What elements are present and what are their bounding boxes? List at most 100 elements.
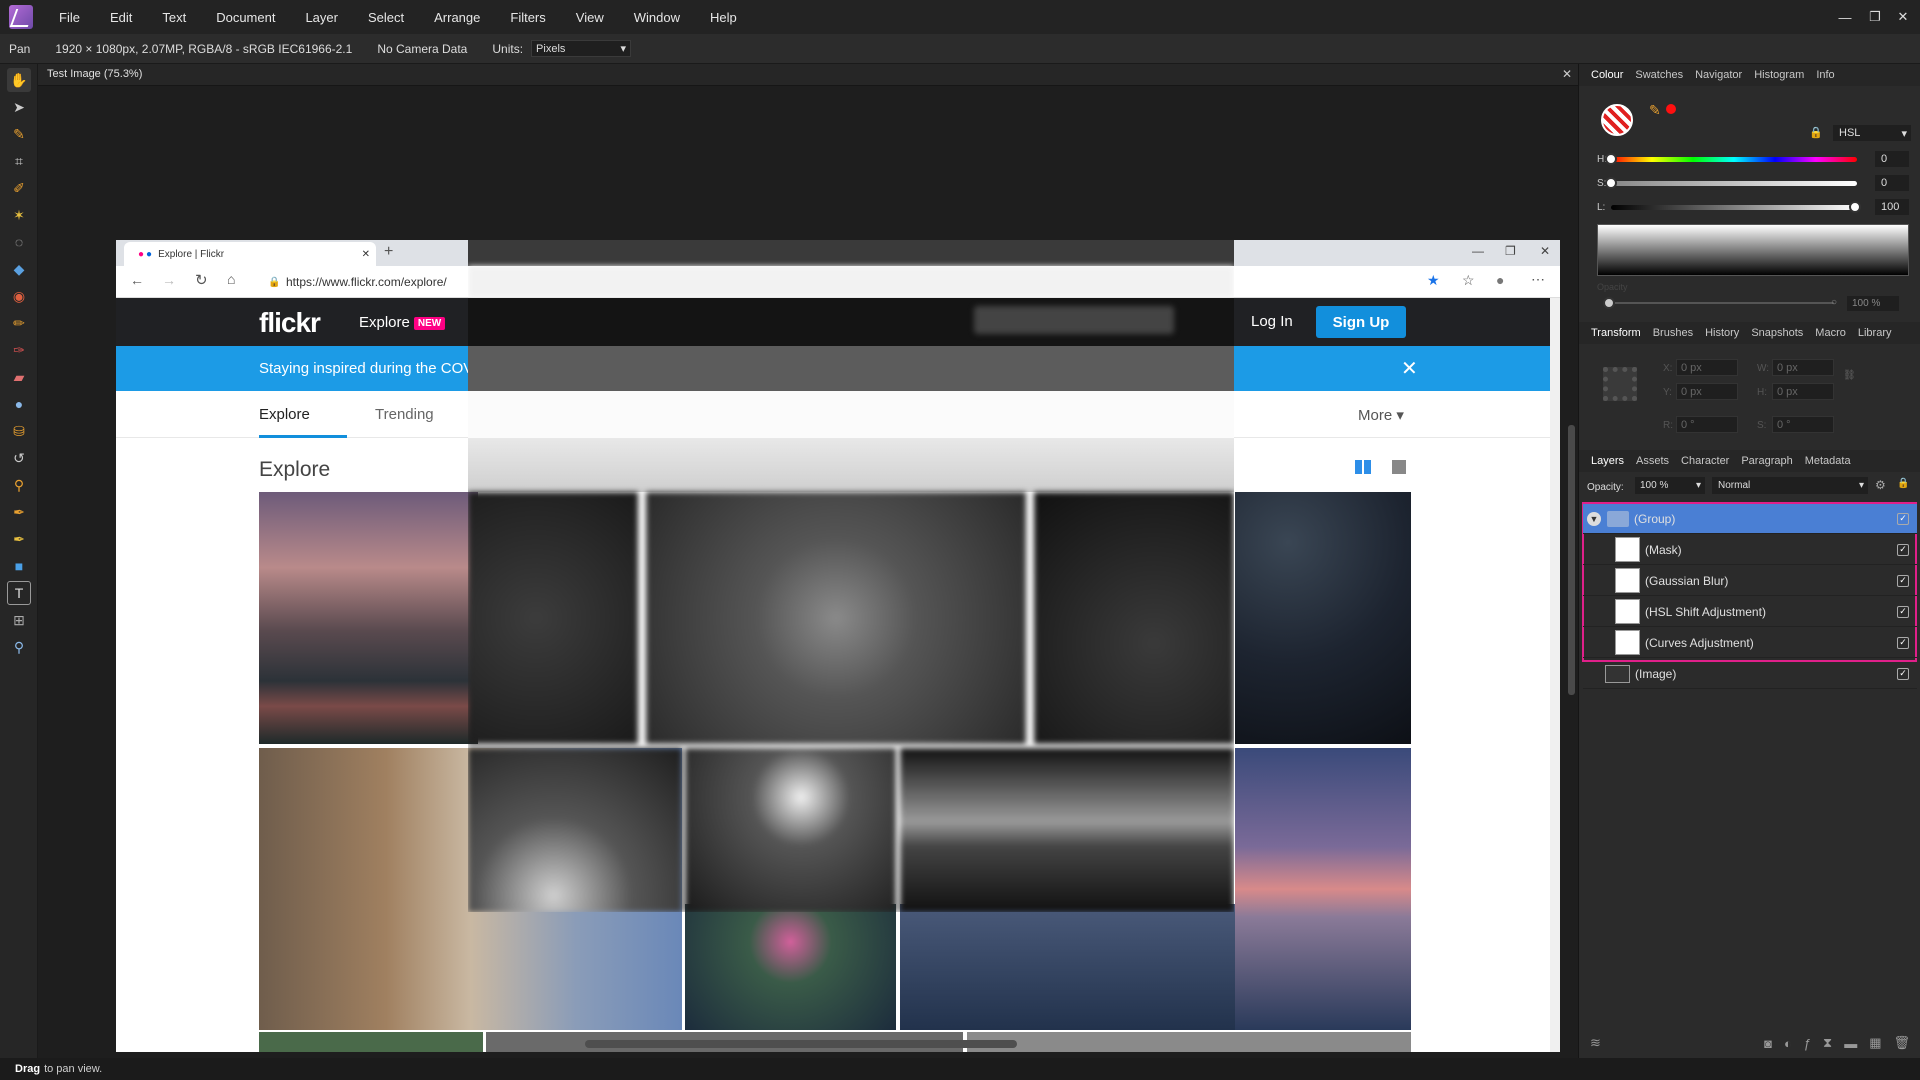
lock-colour-icon[interactable]: 🔒 bbox=[1809, 126, 1823, 139]
menu-window[interactable]: Window bbox=[634, 10, 680, 25]
tab-character[interactable]: Character bbox=[1681, 455, 1729, 467]
layer-opacity-dropdown[interactable]: 100 % ▾ bbox=[1635, 477, 1705, 494]
flood-fill-icon[interactable]: ◆ bbox=[7, 257, 31, 281]
eyedropper-icon[interactable]: ✎ bbox=[1649, 102, 1661, 119]
delete-layer-icon[interactable]: 🗑 bbox=[1893, 1035, 1910, 1051]
visibility-checkbox[interactable]: ✓ bbox=[1897, 636, 1909, 649]
units-dropdown[interactable]: Pixels ▾ bbox=[531, 40, 632, 57]
tab-navigator[interactable]: Navigator bbox=[1695, 69, 1742, 81]
mesh-warp-icon[interactable]: ⊞ bbox=[7, 608, 31, 632]
paint-brush-icon[interactable]: ✏ bbox=[7, 311, 31, 335]
tab-history[interactable]: History bbox=[1705, 327, 1739, 339]
adjustment-layer-icon[interactable]: ◐ bbox=[1784, 1036, 1792, 1051]
mask-layer-icon[interactable]: ◙ bbox=[1764, 1036, 1772, 1051]
tab-paragraph[interactable]: Paragraph bbox=[1741, 455, 1792, 467]
pen-tool-icon[interactable]: ✒ bbox=[7, 527, 31, 551]
lightness-slider[interactable] bbox=[1611, 205, 1857, 210]
hue-knob[interactable] bbox=[1605, 153, 1617, 165]
lock-layer-icon[interactable]: 🔒 bbox=[1897, 478, 1909, 489]
layer-row-gaussian-blur[interactable]: (Gaussian Blur) ✓ bbox=[1583, 566, 1917, 596]
canvas-area[interactable]: ● ● Explore | Flickr ✕ + — ❐ ✕ ← → ↻ ⌂ 🔒 … bbox=[38, 86, 1576, 1052]
layer-row-hsl-shift[interactable]: (HSL Shift Adjustment) ✓ bbox=[1583, 597, 1917, 627]
color-replace-icon[interactable]: ✑ bbox=[7, 338, 31, 362]
text-tool-icon[interactable]: T bbox=[7, 581, 31, 605]
marquee-tool-icon[interactable]: ◌ bbox=[7, 230, 31, 254]
tab-assets[interactable]: Assets bbox=[1636, 455, 1669, 467]
expand-chevron-icon[interactable]: ▼ bbox=[1587, 511, 1601, 526]
tab-swatches[interactable]: Swatches bbox=[1635, 69, 1683, 81]
tab-macro[interactable]: Macro bbox=[1815, 327, 1846, 339]
tab-colour[interactable]: Colour bbox=[1591, 69, 1623, 81]
layer-row-image[interactable]: (Image) ✓ bbox=[1583, 659, 1917, 689]
x-field[interactable]: 0 px bbox=[1676, 359, 1738, 376]
menu-filters[interactable]: Filters bbox=[510, 10, 545, 25]
erase-tool-icon[interactable]: ▰ bbox=[7, 365, 31, 389]
menu-edit[interactable]: Edit bbox=[110, 10, 132, 25]
menu-layer[interactable]: Layer bbox=[305, 10, 338, 25]
shear-field[interactable]: 0 ° bbox=[1772, 416, 1834, 433]
tab-histogram[interactable]: Histogram bbox=[1754, 69, 1804, 81]
anchor-point-selector[interactable] bbox=[1603, 367, 1637, 401]
close-window-icon[interactable]: ✕ bbox=[1888, 0, 1918, 34]
menu-file[interactable]: File bbox=[59, 10, 80, 25]
minimize-icon[interactable]: — bbox=[1830, 0, 1860, 34]
visibility-checkbox[interactable]: ✓ bbox=[1897, 667, 1909, 680]
restore-icon[interactable]: ❐ bbox=[1860, 0, 1890, 34]
selection-brush-icon[interactable]: ✐ bbox=[7, 176, 31, 200]
tab-library[interactable]: Library bbox=[1858, 327, 1892, 339]
width-field[interactable]: 0 px bbox=[1772, 359, 1834, 376]
pixel-layer-icon[interactable]: ▦ bbox=[1869, 1035, 1881, 1051]
layer-row-group[interactable]: ▼ (Group) ✓ bbox=[1583, 504, 1917, 534]
visibility-checkbox[interactable]: ✓ bbox=[1897, 574, 1909, 587]
lightness-knob[interactable] bbox=[1849, 201, 1861, 213]
lightness-value[interactable]: 100 bbox=[1875, 199, 1909, 215]
colour-mode-dropdown[interactable]: HSL ▾ bbox=[1833, 125, 1911, 141]
layer-settings-gear-icon[interactable]: ⚙ bbox=[1875, 478, 1886, 492]
move-tool-icon[interactable]: ➤ bbox=[7, 95, 31, 119]
shape-tool-icon[interactable]: ■ bbox=[7, 554, 31, 578]
inpainting-tool-icon[interactable]: ↺ bbox=[7, 446, 31, 470]
visibility-checkbox[interactable]: ✓ bbox=[1897, 512, 1909, 525]
layer-row-curves[interactable]: (Curves Adjustment) ✓ bbox=[1583, 628, 1917, 658]
crop-tool-icon[interactable]: ⌗ bbox=[7, 149, 31, 173]
hourglass-icon[interactable]: ⧗ bbox=[1823, 1035, 1832, 1051]
menu-text[interactable]: Text bbox=[162, 10, 186, 25]
visibility-checkbox[interactable]: ✓ bbox=[1897, 543, 1909, 556]
layer-row-mask[interactable]: (Mask) ✓ bbox=[1583, 535, 1917, 565]
document-tab[interactable]: Test Image (75.3%) ✕ bbox=[38, 64, 1578, 86]
tab-snapshots[interactable]: Snapshots bbox=[1751, 327, 1803, 339]
canvas-vertical-scroll-thumb[interactable] bbox=[1568, 425, 1575, 695]
dodge-tool-icon[interactable]: ⚲ bbox=[7, 473, 31, 497]
color-picker-tool-icon[interactable]: ✎ bbox=[7, 122, 31, 146]
tab-layers[interactable]: Layers bbox=[1591, 455, 1624, 467]
close-document-icon[interactable]: ✕ bbox=[1562, 67, 1572, 81]
menu-arrange[interactable]: Arrange bbox=[434, 10, 480, 25]
blend-mode-dropdown[interactable]: Normal ▾ bbox=[1712, 477, 1868, 494]
y-field[interactable]: 0 px bbox=[1676, 383, 1738, 400]
tab-info[interactable]: Info bbox=[1816, 69, 1834, 81]
blur-tool-icon[interactable]: ● bbox=[7, 392, 31, 416]
pan-tool-icon[interactable]: ✋ bbox=[7, 68, 31, 92]
link-icon[interactable]: ⛓ bbox=[1843, 370, 1856, 381]
tab-brushes[interactable]: Brushes bbox=[1653, 327, 1693, 339]
group-folder-icon[interactable]: ▬ bbox=[1844, 1036, 1857, 1051]
clone-tool-icon[interactable]: ⛁ bbox=[7, 419, 31, 443]
height-field[interactable]: 0 px bbox=[1772, 383, 1834, 400]
menu-document[interactable]: Document bbox=[216, 10, 275, 25]
live-filter-icon[interactable]: ƒ bbox=[1804, 1036, 1811, 1051]
hue-slider[interactable] bbox=[1611, 157, 1857, 162]
layers-stack-icon[interactable]: ≋ bbox=[1590, 1035, 1601, 1051]
menu-view[interactable]: View bbox=[576, 10, 604, 25]
opacity-field[interactable]: 100 % bbox=[1847, 296, 1899, 311]
opacity-slider[interactable] bbox=[1609, 302, 1834, 304]
rotation-field[interactable]: 0 ° bbox=[1676, 416, 1738, 433]
magic-wand-icon[interactable]: ✶ bbox=[7, 203, 31, 227]
tab-transform[interactable]: Transform bbox=[1591, 327, 1641, 339]
menu-select[interactable]: Select bbox=[368, 10, 404, 25]
saturation-knob[interactable] bbox=[1605, 177, 1617, 189]
tab-metadata[interactable]: Metadata bbox=[1805, 455, 1851, 467]
canvas-horizontal-scroll-thumb[interactable] bbox=[585, 1040, 1017, 1048]
fill-stroke-swatch[interactable] bbox=[1601, 104, 1633, 136]
zoom-tool-icon[interactable]: ⚲ bbox=[7, 635, 31, 659]
hue-value[interactable]: 0 bbox=[1875, 151, 1909, 167]
